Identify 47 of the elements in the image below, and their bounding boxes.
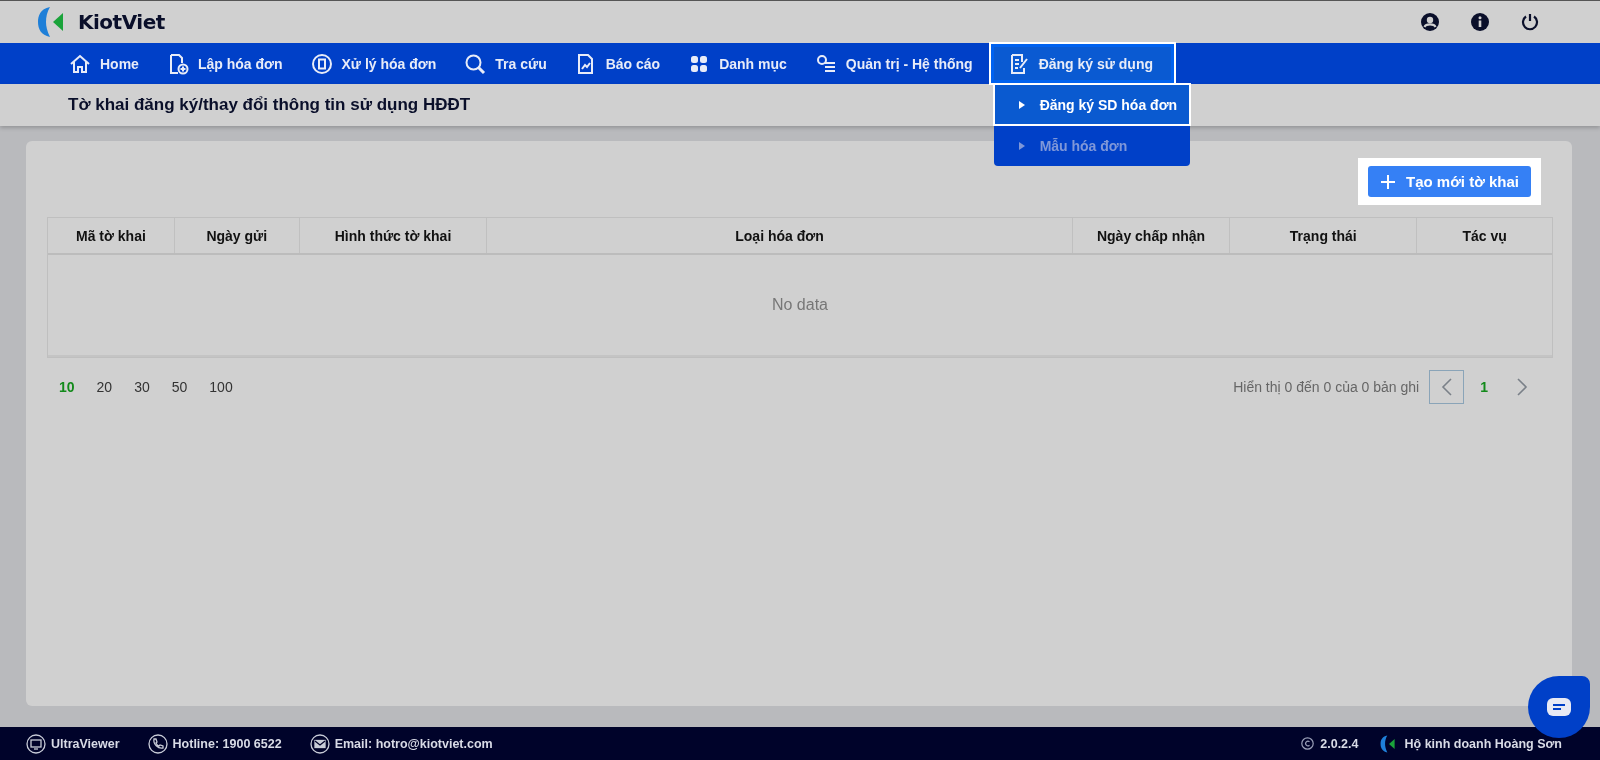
footer-link[interactable]: UltraViewer — [51, 736, 120, 751]
nav-item[interactable]: Đăng ký sử dụng — [989, 43, 1175, 84]
chevron-left-icon — [1440, 377, 1453, 397]
column-header: Trạng thái — [1229, 218, 1417, 253]
document-circle-icon — [310, 52, 333, 75]
nav-item[interactable]: Home — [58, 43, 150, 84]
nav-item[interactable]: Quản trị - Hệ thống — [803, 43, 984, 84]
page-size-option[interactable]: 30 — [128, 379, 156, 395]
menu-item[interactable]: Đăng ký SD hóa đơn — [993, 84, 1190, 125]
page-size-option[interactable]: 20 — [90, 379, 119, 395]
column-header: Ngày chấp nhận — [1071, 218, 1230, 253]
mail-icon — [309, 733, 330, 754]
chevron-right-icon — [1515, 377, 1528, 397]
info-icon[interactable] — [1470, 12, 1490, 32]
power-icon[interactable] — [1520, 12, 1540, 32]
empty-message: No data — [771, 296, 828, 314]
logo-text: KiotViet — [78, 10, 165, 34]
search-icon — [464, 52, 487, 75]
nav-item[interactable]: Tra cứu — [453, 43, 558, 84]
nav-item[interactable]: Báo cáo — [563, 43, 672, 84]
column-header: Mã tờ khai — [75, 226, 147, 246]
page-size-option[interactable]: 100 — [203, 379, 239, 395]
chat-icon — [1546, 697, 1572, 717]
plus-icon — [1380, 173, 1396, 190]
phone-icon — [147, 733, 168, 754]
version-text: 2.0.2.4 — [1320, 736, 1359, 751]
column-header: Ngày gửi — [173, 218, 299, 253]
home-icon — [69, 52, 91, 75]
monitor-icon — [26, 733, 46, 754]
page-size-option[interactable]: 50 — [165, 379, 194, 395]
create-button[interactable]: Tạo mới tờ khai — [1368, 166, 1531, 197]
footer-link[interactable]: Email: hotro@kiotviet.com — [334, 736, 493, 751]
triangle-icon — [1017, 140, 1026, 151]
record-summary: Hiển thị 0 đến 0 của 0 bản ghi — [1233, 379, 1420, 395]
column-header: Hình thức tờ khai — [298, 218, 487, 253]
business-name: Hộ kinh doanh Hoàng Sơn — [1404, 736, 1562, 751]
nav-item[interactable]: Danh mục — [677, 43, 798, 84]
gear-list-icon — [814, 52, 837, 75]
nav-item[interactable]: Xử lý hóa đơn — [299, 43, 448, 84]
copyright-icon — [1301, 737, 1315, 750]
account-icon[interactable] — [1420, 12, 1440, 32]
page-title: Tờ khai đăng ký/thay đổi thông tin sử dụng HĐĐT — [68, 95, 471, 115]
footer-link[interactable]: Hotline: 1900 6522 — [172, 736, 282, 751]
column-header: Tác vụ — [1416, 218, 1552, 253]
column-header: Loại hóa đơn — [486, 218, 1072, 253]
triangle-icon — [1017, 99, 1026, 110]
nav-item[interactable]: Lập hóa đơn — [155, 43, 294, 84]
